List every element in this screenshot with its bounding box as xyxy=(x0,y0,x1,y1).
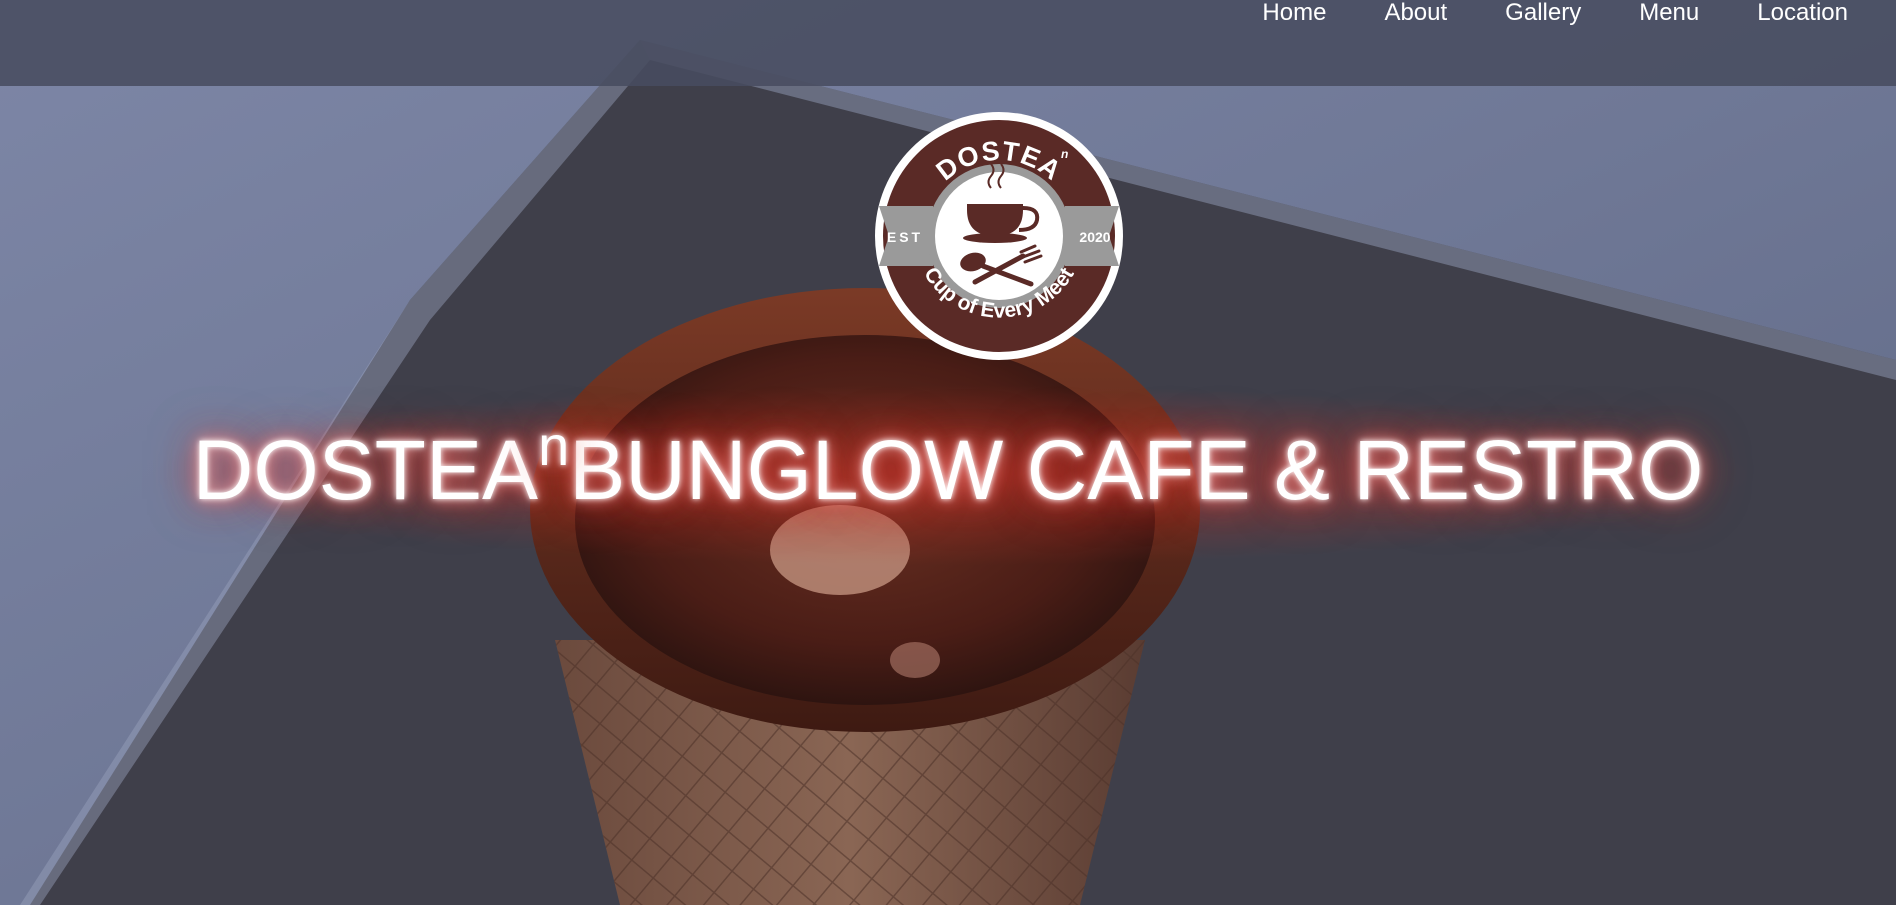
page: Home About Gallery Menu Location DOSTEA … xyxy=(0,0,1896,905)
hero-title-main: DOSTEA xyxy=(192,423,539,517)
nav-item-menu: Menu xyxy=(1581,0,1699,26)
nav-link-location[interactable]: Location xyxy=(1699,0,1848,26)
nav-link-home[interactable]: Home xyxy=(1204,0,1326,26)
hero-title: DOSTEAnBUNGLOW CAFE & RESTRO xyxy=(0,414,1896,530)
nav-menu: Home About Gallery Menu Location xyxy=(1204,0,1848,26)
logo-year: 2020 xyxy=(1079,229,1110,245)
logo-est-label: EST xyxy=(887,229,923,245)
logo-brand-sup: n xyxy=(1061,147,1068,161)
nav-link-about[interactable]: About xyxy=(1326,0,1447,26)
hero-title-superscript: n xyxy=(538,414,570,477)
nav-item-home: Home xyxy=(1204,0,1326,26)
nav-link-gallery[interactable]: Gallery xyxy=(1447,0,1581,26)
nav-item-about: About xyxy=(1326,0,1447,26)
nav-item-location: Location xyxy=(1699,0,1848,26)
nav-item-gallery: Gallery xyxy=(1447,0,1581,26)
top-nav-bar: Home About Gallery Menu Location xyxy=(0,0,1896,86)
nav-link-menu[interactable]: Menu xyxy=(1581,0,1699,26)
brand-logo[interactable]: DOSTEA n Cup of Every Meet EST 2020 xyxy=(873,110,1125,362)
hero-title-rest: BUNGLOW CAFE & RESTRO xyxy=(569,423,1704,517)
